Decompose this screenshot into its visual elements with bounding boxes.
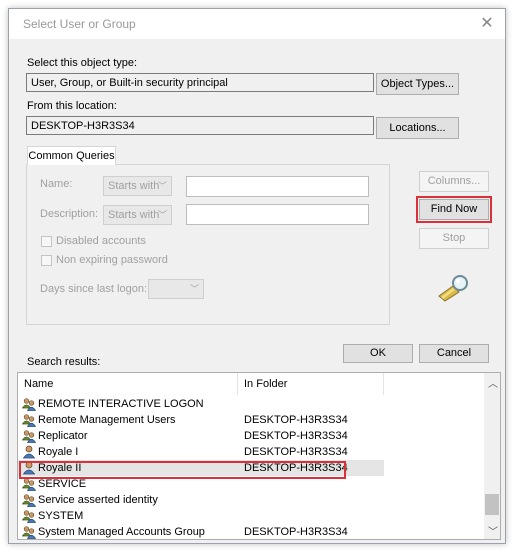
description-label: Description: (40, 208, 99, 220)
group-icon (22, 494, 36, 507)
table-row[interactable]: Service asserted identity (18, 492, 484, 508)
row-folder: DESKTOP-H3R3S34 (244, 446, 348, 458)
name-label: Name: (40, 178, 73, 190)
search-flashlight-icon (438, 275, 468, 302)
row-name: Remote Management Users (38, 414, 176, 426)
close-icon[interactable]: ✕ (477, 14, 497, 34)
row-name: System Managed Accounts Group (38, 526, 205, 538)
chevron-down-icon: ﹀ (157, 210, 167, 220)
row-name: Royale I (38, 446, 79, 458)
user-icon (22, 445, 36, 459)
column-header-in-folder[interactable]: In Folder (238, 373, 384, 395)
table-row[interactable]: Replicator DESKTOP-H3R3S34 (18, 428, 484, 444)
find-now-button[interactable]: Find Now (419, 199, 489, 220)
name-mode-select[interactable]: Starts with ﹀ (103, 176, 172, 196)
location-field: DESKTOP-H3R3S34 (26, 116, 374, 135)
row-name: Replicator (38, 430, 88, 442)
table-row[interactable]: System Managed Accounts Group DESKTOP-H3R… (18, 524, 484, 539)
name-mode-value: Starts with (108, 180, 160, 192)
table-row[interactable]: SYSTEM (18, 508, 484, 524)
group-icon (22, 398, 36, 411)
column-header-name[interactable]: Name (18, 373, 238, 395)
object-type-label: Select this object type: (27, 57, 138, 69)
group-icon (22, 430, 36, 443)
select-user-dialog: Select User or Group ✕ Select this objec… (8, 8, 506, 544)
row-name: Royale II (38, 462, 82, 474)
table-row[interactable]: Royale I DESKTOP-H3R3S34 (18, 444, 484, 460)
row-name: SERVICE (38, 478, 87, 490)
row-folder: DESKTOP-H3R3S34 (244, 430, 348, 442)
description-mode-value: Starts with (108, 209, 160, 221)
object-types-button[interactable]: Object Types... (376, 73, 459, 95)
group-icon (22, 414, 36, 427)
disabled-accounts-label: Disabled accounts (56, 235, 146, 247)
row-name: REMOTE INTERACTIVE LOGON (38, 398, 204, 410)
scroll-down-icon[interactable]: ﹀ (488, 523, 498, 538)
table-row[interactable]: REMOTE INTERACTIVE LOGON (18, 396, 484, 412)
title-bar: Select User or Group ✕ (9, 9, 505, 39)
search-results-list[interactable]: Name In Folder REMOTE INTERACTIVE LOGON R… (17, 372, 501, 540)
description-input[interactable] (186, 204, 369, 225)
row-name: Service asserted identity (38, 494, 158, 506)
days-since-logon-select[interactable]: ﹀ (148, 279, 204, 299)
chevron-down-icon: ﹀ (157, 181, 167, 191)
stop-button[interactable]: Stop (419, 228, 489, 249)
column-header-filler (384, 373, 484, 395)
group-icon (22, 526, 36, 539)
row-folder: DESKTOP-H3R3S34 (244, 414, 348, 426)
tab-common-queries[interactable]: Common Queries (27, 146, 116, 165)
vertical-scrollbar[interactable]: ︿ ﹀ (484, 373, 500, 539)
search-results-label: Search results: (27, 356, 101, 368)
ok-button[interactable]: OK (343, 344, 413, 363)
row-folder: DESKTOP-H3R3S34 (244, 462, 348, 474)
chevron-down-icon: ﹀ (189, 284, 199, 294)
user-icon (22, 461, 36, 475)
table-row[interactable]: SERVICE (18, 476, 484, 492)
scrollbar-thumb[interactable] (485, 494, 499, 515)
columns-button[interactable]: Columns... (419, 171, 489, 192)
table-row[interactable]: Royale II DESKTOP-H3R3S34 (18, 460, 384, 476)
group-icon (22, 510, 36, 523)
description-mode-select[interactable]: Starts with ﹀ (103, 205, 172, 225)
non-expiring-password-label: Non expiring password (56, 254, 168, 266)
group-icon (22, 478, 36, 491)
object-type-field: User, Group, or Built-in security princi… (26, 73, 374, 92)
name-input[interactable] (186, 176, 369, 197)
scroll-up-icon[interactable]: ︿ (488, 375, 498, 390)
cancel-button[interactable]: Cancel (419, 344, 489, 363)
non-expiring-password-checkbox[interactable] (41, 255, 52, 266)
location-label: From this location: (27, 100, 117, 112)
row-folder: DESKTOP-H3R3S34 (244, 526, 348, 538)
table-row[interactable]: Remote Management Users DESKTOP-H3R3S34 (18, 412, 484, 428)
days-since-logon-label: Days since last logon: (40, 283, 147, 295)
locations-button[interactable]: Locations... (376, 117, 459, 139)
dialog-title: Select User or Group (23, 17, 136, 31)
disabled-accounts-checkbox[interactable] (41, 236, 52, 247)
row-name: SYSTEM (38, 510, 84, 522)
